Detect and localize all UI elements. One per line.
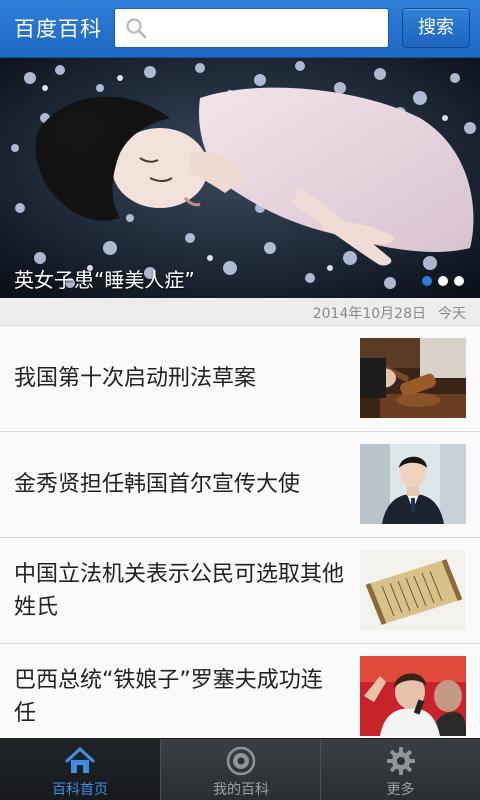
tab-my-baike-label: 我的百科 — [213, 782, 269, 798]
carousel-dot-2[interactable] — [438, 276, 448, 286]
news-title[interactable]: 中国立法机关表示公民可选取其他姓氏 — [14, 538, 344, 643]
news-item[interactable]: 中国立法机关表示公民可选取其他姓氏 — [0, 538, 480, 644]
gear-icon — [387, 747, 415, 775]
my-baike-icon — [226, 746, 256, 776]
news-title[interactable]: 金秀贤担任韩国首尔宣传大使 — [14, 432, 344, 537]
news-title[interactable]: 巴西总统“铁娘子”罗塞夫成功连任 — [14, 644, 344, 749]
news-item[interactable]: 我国第十次启动刑法草案 — [0, 326, 480, 432]
search-box[interactable] — [114, 8, 389, 48]
carousel-dot-1[interactable] — [422, 276, 432, 286]
tab-my-baike[interactable]: 我的百科 — [161, 739, 321, 800]
tab-more[interactable]: 更多 — [321, 739, 480, 800]
feed-date: 2014年10月28日 — [312, 306, 426, 322]
search-button[interactable]: 搜索 — [402, 8, 470, 48]
search-icon — [126, 18, 147, 39]
news-item[interactable]: 金秀贤担任韩国首尔宣传大使 — [0, 432, 480, 538]
news-title[interactable]: 我国第十次启动刑法草案 — [14, 326, 344, 431]
top-header: 百度百科 搜索 — [0, 0, 480, 58]
tab-home[interactable]: 百科首页 — [0, 739, 160, 800]
tab-home-label: 百科首页 — [52, 782, 108, 798]
carousel-indicator — [422, 276, 464, 286]
banner-caption[interactable]: 英女子患“睡美人症” — [14, 266, 195, 294]
feed-today-label: 今天 — [438, 306, 466, 322]
carousel-dot-3[interactable] — [454, 276, 464, 286]
news-thumbnail-person[interactable] — [360, 444, 466, 524]
banner-image — [0, 58, 480, 298]
news-thumbnail-scroll[interactable] — [360, 550, 466, 630]
news-thumbnail-rousseff[interactable] — [360, 656, 466, 736]
feed-date-bar: 2014年10月28日 今天 — [0, 298, 480, 326]
app-logo[interactable]: 百度百科 — [14, 14, 102, 44]
news-item[interactable]: 巴西总统“铁娘子”罗塞夫成功连任 — [0, 644, 480, 750]
search-input[interactable] — [155, 13, 380, 43]
home-icon — [65, 747, 95, 773]
banner-carousel[interactable]: 英女子患“睡美人症” — [0, 58, 480, 298]
news-thumbnail-gavel[interactable] — [360, 338, 466, 418]
tab-more-label: 更多 — [386, 782, 415, 798]
bottom-tab-bar: 百科首页 我的百科 更多 — [0, 738, 480, 800]
